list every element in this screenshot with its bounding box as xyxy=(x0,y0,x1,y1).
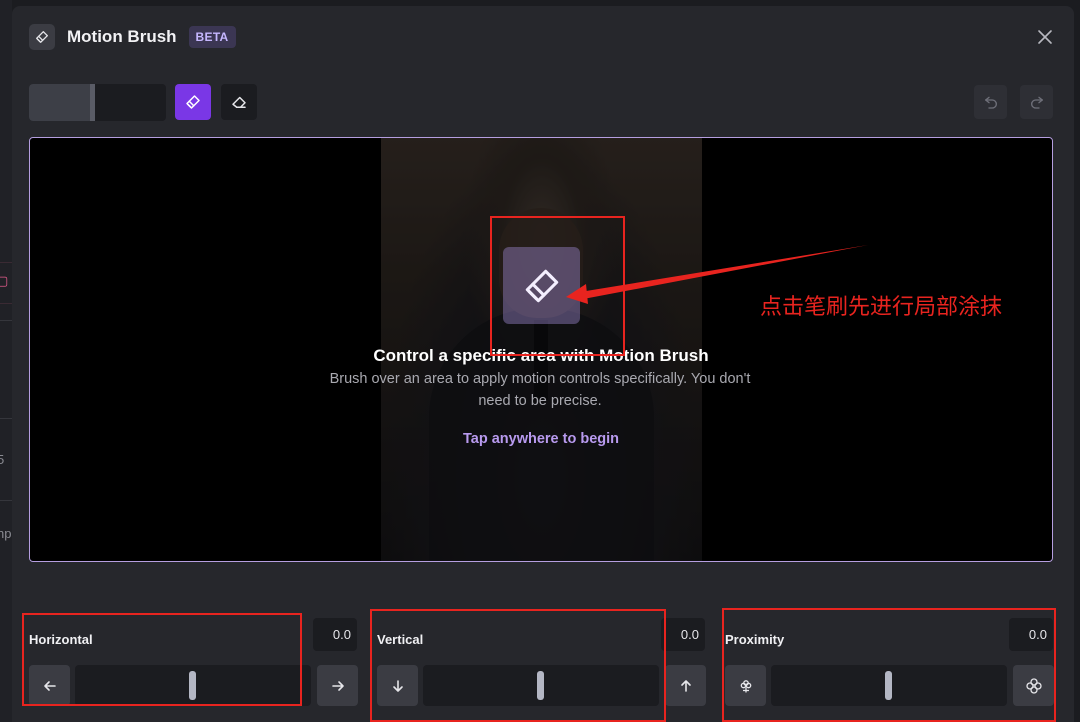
annotation-arrow xyxy=(566,245,868,304)
annotation-note: 点击笔刷先进行局部涂抹 xyxy=(760,295,1003,320)
